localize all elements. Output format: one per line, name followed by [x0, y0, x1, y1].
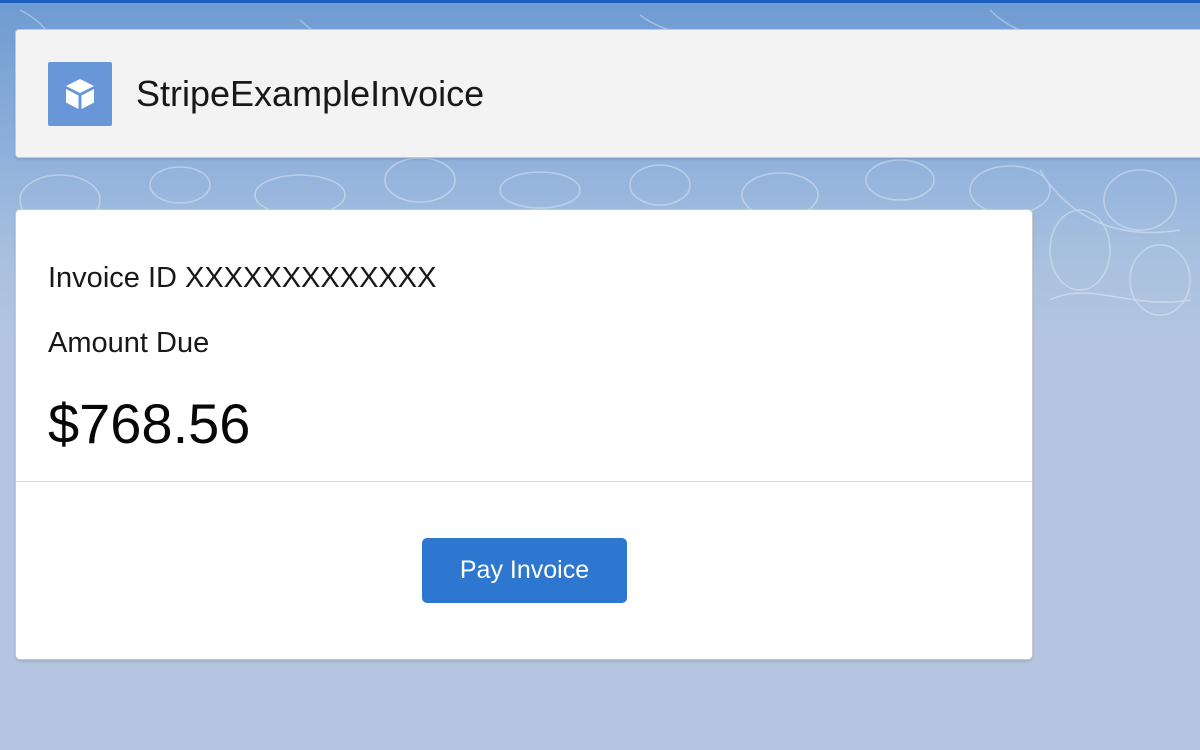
- card-divider: [16, 481, 1032, 482]
- invoice-card: Invoice ID XXXXXXXXXXXXX Amount Due $768…: [15, 209, 1033, 660]
- cube-icon: [48, 62, 112, 126]
- app-header: StripeExampleInvoice: [15, 29, 1200, 158]
- amount-due-value: $768.56: [48, 392, 251, 455]
- app-title: StripeExampleInvoice: [136, 73, 485, 114]
- pay-invoice-button[interactable]: Pay Invoice: [422, 538, 627, 603]
- invoice-id-text: Invoice ID XXXXXXXXXXXXX: [48, 262, 437, 294]
- amount-due-label: Amount Due: [48, 327, 210, 359]
